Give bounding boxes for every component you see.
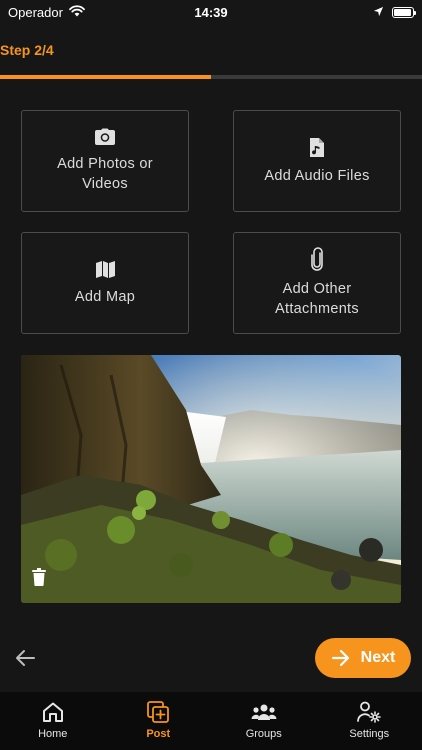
home-icon <box>42 700 64 724</box>
tab-groups[interactable]: Groups <box>219 700 309 740</box>
status-left: Operador <box>8 5 85 20</box>
add-attachments-button[interactable]: Add Other Attachments <box>233 232 401 334</box>
next-button[interactable]: Next <box>315 638 411 678</box>
trash-icon <box>32 568 46 586</box>
tab-bar: Home Post Groups Settings <box>0 692 422 750</box>
wifi-icon <box>69 4 85 20</box>
carrier-label: Operador <box>8 4 63 20</box>
groups-icon <box>251 700 277 724</box>
add-photos-button[interactable]: Add Photos or Videos <box>21 110 189 212</box>
tab-post-label: Post <box>146 728 171 740</box>
add-audio-label: Add Audio Files <box>264 167 370 184</box>
settings-icon <box>357 700 382 724</box>
step-progress-fill <box>0 75 211 79</box>
next-label: Next <box>360 649 396 666</box>
tab-home-label: Home <box>38 728 68 740</box>
step-progress-bar <box>0 75 422 79</box>
map-icon <box>95 260 116 279</box>
tab-home[interactable]: Home <box>8 700 98 740</box>
tab-settings[interactable]: Settings <box>324 700 414 740</box>
location-arrow-icon <box>373 5 384 20</box>
post-icon <box>147 700 170 724</box>
tab-groups-label: Groups <box>245 728 282 740</box>
battery-fill <box>394 8 412 16</box>
audio-file-icon <box>309 137 325 158</box>
add-photos-label: Add Photos or Videos <box>57 156 153 192</box>
waterfall-photo <box>21 355 401 603</box>
attached-photo <box>21 355 401 603</box>
add-map-label: Add Map <box>74 288 136 305</box>
tab-settings-label: Settings <box>349 728 390 740</box>
status-right <box>373 5 416 20</box>
add-attachments-label: Add Other Attachments <box>275 281 359 317</box>
tab-post[interactable]: Post <box>113 700 203 740</box>
status-bar: Operador 14:39 <box>0 0 422 24</box>
back-button[interactable] <box>14 647 36 674</box>
arrow-left-icon <box>16 650 35 666</box>
camera-icon <box>94 128 116 146</box>
step-title: Step 2/4 <box>0 42 54 58</box>
add-map-button[interactable]: Add Map <box>21 232 189 334</box>
paperclip-icon <box>310 247 324 271</box>
delete-photo-button[interactable] <box>32 568 46 591</box>
status-time: 14:39 <box>194 4 228 20</box>
add-audio-button[interactable]: Add Audio Files <box>233 110 401 212</box>
arrow-right-icon <box>331 649 349 667</box>
battery-icon <box>392 6 416 18</box>
